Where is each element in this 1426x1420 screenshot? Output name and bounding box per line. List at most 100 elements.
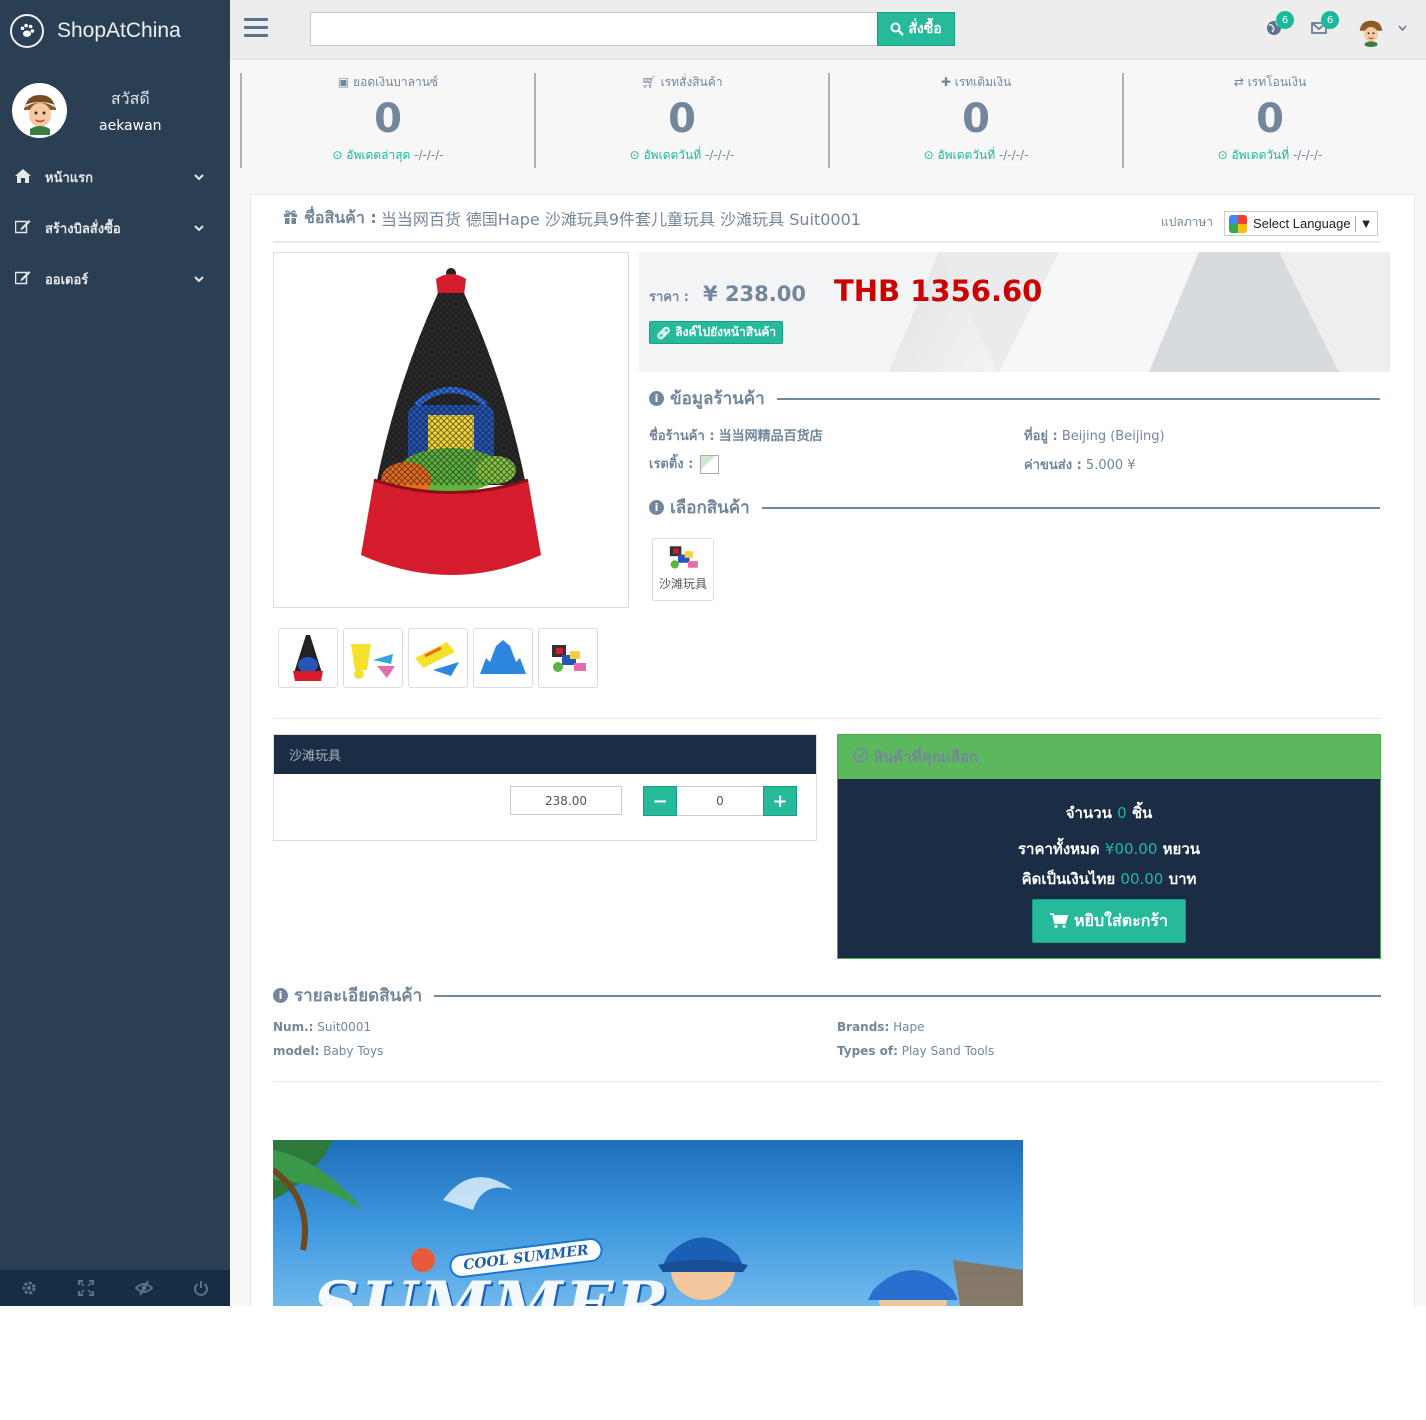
detail-label: Brands:: [837, 1020, 890, 1034]
mail-badge: 6: [1321, 11, 1339, 29]
user-avatar[interactable]: [1356, 17, 1386, 47]
shipping-value: 5.000 ¥: [1085, 458, 1136, 473]
username: aekawan: [99, 118, 162, 134]
sidebar-item-home[interactable]: หน้าแรก: [0, 152, 230, 203]
globe-icon[interactable]: 6: [1266, 11, 1294, 40]
tile-sub-label: อัพเดตวันที่: [643, 148, 702, 162]
sidebar: ShopAtChina สวัสดี aekawan หน้าแรก สร้าง…: [0, 0, 230, 1306]
stat-tiles: ▣ ยอดเงินบาลานซ์ 0 ⊙ อัพเดตล่าสุด -/-/-/…: [240, 73, 1416, 168]
summary-qty-suffix: ชิ้น: [1131, 804, 1153, 822]
info-icon: i: [649, 391, 664, 406]
tile-sub-label: อัพเดตล่าสุด: [346, 148, 411, 162]
summary-thb-prefix: คิดเป็นเงินไทย: [1021, 870, 1116, 888]
chevron-down-icon[interactable]: [1398, 23, 1407, 34]
search-input[interactable]: [310, 12, 877, 46]
thumbnail[interactable]: [473, 628, 533, 688]
section-title: รายละเอียดสินค้า: [294, 986, 423, 1006]
order-search-button[interactable]: สั่งซื้อ: [877, 12, 955, 46]
notification-badge: 6: [1276, 11, 1294, 29]
sidebar-item-orders[interactable]: ออเดอร์: [0, 254, 230, 305]
sidebar-item-label: สร้างบิลสั่งซื้อ: [45, 222, 121, 237]
tile-sub-label: อัพเดตวันที่: [1231, 148, 1290, 162]
address-value: Beijing (Beijing): [1061, 429, 1165, 444]
main-content: ▣ ยอดเงินบาลานซ์ 0 ⊙ อัพเดตล่าสุด -/-/-/…: [230, 61, 1426, 1306]
tile-label: ยอดเงินบาลานซ์: [353, 75, 439, 89]
thumbnail[interactable]: [278, 628, 338, 688]
product-title: 当当网百货 德国Hape 沙滩玩具9件套儿童玩具 沙滩玩具 Suit0001: [380, 210, 861, 229]
product-link-label: ลิงค์ไปยังหน้าสินค้า: [675, 325, 777, 339]
unit-price-field: 238.00: [510, 786, 622, 815]
tile-count: 0: [962, 96, 990, 142]
tile-sub-label: อัพเดตวันที่: [937, 148, 996, 162]
top-nav: สั่งซื้อ 6 6: [230, 0, 1426, 60]
menu-toggle-icon[interactable]: [244, 18, 268, 42]
detail-types: Types of: Play Sand Tools: [837, 1044, 994, 1058]
divider: [273, 718, 1381, 719]
gear-icon[interactable]: [0, 1270, 58, 1306]
thumbnail[interactable]: [343, 628, 403, 688]
clock-icon: ⊙: [923, 148, 934, 162]
thumbnail[interactable]: [538, 628, 598, 688]
summary-qty-value: 0: [1117, 804, 1127, 822]
sidebar-item-label: หน้าแรก: [45, 171, 93, 186]
product-link-button[interactable]: 🔗︎ ลิงค์ไปยังหน้าสินค้า: [649, 321, 784, 344]
detail-label: Num.:: [273, 1020, 314, 1034]
edit-icon: [14, 270, 45, 289]
summary-qty-prefix: จำนวน: [1065, 804, 1112, 822]
section-title: เลือกสินค้า: [670, 498, 750, 518]
edit-icon: [14, 219, 45, 238]
increment-button[interactable]: +: [763, 786, 797, 816]
chevron-down-icon: [194, 222, 204, 235]
eye-slash-icon[interactable]: [115, 1270, 173, 1306]
cart-icon: [1050, 913, 1069, 929]
detail-model: model: Baby Toys: [273, 1044, 383, 1058]
clock-icon: ⊙: [332, 148, 343, 162]
translate-label: แปลภาษา: [1160, 215, 1213, 229]
product-title-label: ชื่อสินค้า :: [304, 207, 377, 227]
summary-title: สินค้าที่คุณเลือก: [874, 748, 979, 766]
summary-thb-suffix: บาท: [1168, 870, 1197, 888]
add-to-cart-button[interactable]: หยิบใส่ตะกร้า: [1032, 899, 1186, 943]
product-main-image[interactable]: [273, 252, 629, 608]
summary-header: สินค้าที่คุณเลือก: [838, 735, 1380, 779]
avatar[interactable]: [12, 83, 67, 138]
chevron-down-icon: [194, 171, 204, 184]
tile-count: 0: [668, 96, 696, 142]
section-title: ข้อมูลร้านค้า: [670, 389, 765, 409]
quantity-stepper: − 0 +: [643, 786, 797, 816]
shop-name-value: 当当网精品百货店: [718, 429, 823, 444]
envelope-icon[interactable]: 6: [1311, 11, 1339, 39]
sidebar-footer: [0, 1270, 230, 1306]
tile-sub-date: -/-/-/-: [998, 148, 1029, 162]
price-box: ราคา : ¥ 238.00 THB 1356.60 🔗︎ ลิงค์ไปยั…: [639, 252, 1390, 372]
home-icon: [15, 168, 45, 187]
shipping-row: ค่าขนส่ง : 5.000 ¥: [1024, 454, 1136, 475]
address-row: ที่อยู่ : Beijing (Beijing): [1024, 425, 1165, 446]
tile-label: เรทโอนเงิน: [1247, 75, 1307, 89]
language-select-value: Select Language: [1253, 216, 1351, 231]
add-to-cart-label: หยิบใส่ตะกร้า: [1074, 910, 1168, 930]
product-option[interactable]: 沙滩玩具: [652, 538, 714, 601]
brand[interactable]: ShopAtChina: [0, 0, 230, 62]
summary-total-prefix: ราคาทั้งหมด: [1018, 840, 1100, 858]
language-select[interactable]: Select Language ▼: [1224, 211, 1378, 236]
search-icon: [890, 22, 905, 36]
shop-name-label: ชื่อร้านค้า :: [649, 429, 715, 444]
shop-name-row: ชื่อร้านค้า : 当当网精品百货店: [649, 425, 823, 446]
quantity-panel: 沙滩玩具 238.00 − 0 +: [273, 734, 817, 841]
exchange-icon: ⇄: [1233, 75, 1244, 89]
clock-icon: ⊙: [629, 148, 640, 162]
address-label: ที่อยู่ :: [1024, 429, 1058, 444]
decrement-button[interactable]: −: [643, 786, 677, 816]
price-label: ราคา :: [649, 290, 690, 305]
thumbnail[interactable]: [408, 628, 468, 688]
tile-label: เรทสั่งสินค้า: [660, 75, 723, 89]
option-header: 沙滩玩具: [274, 735, 816, 774]
price-row: ราคา : ¥ 238.00 THB 1356.60: [649, 274, 1042, 308]
power-icon[interactable]: [173, 1270, 231, 1306]
quantity-input[interactable]: 0: [677, 786, 763, 816]
summary-thb-value: 00.00: [1120, 870, 1164, 888]
option-label: 沙滩玩具: [658, 577, 707, 591]
sidebar-item-create-bill[interactable]: สร้างบิลสั่งซื้อ: [0, 203, 230, 254]
fullscreen-icon[interactable]: [58, 1270, 116, 1306]
